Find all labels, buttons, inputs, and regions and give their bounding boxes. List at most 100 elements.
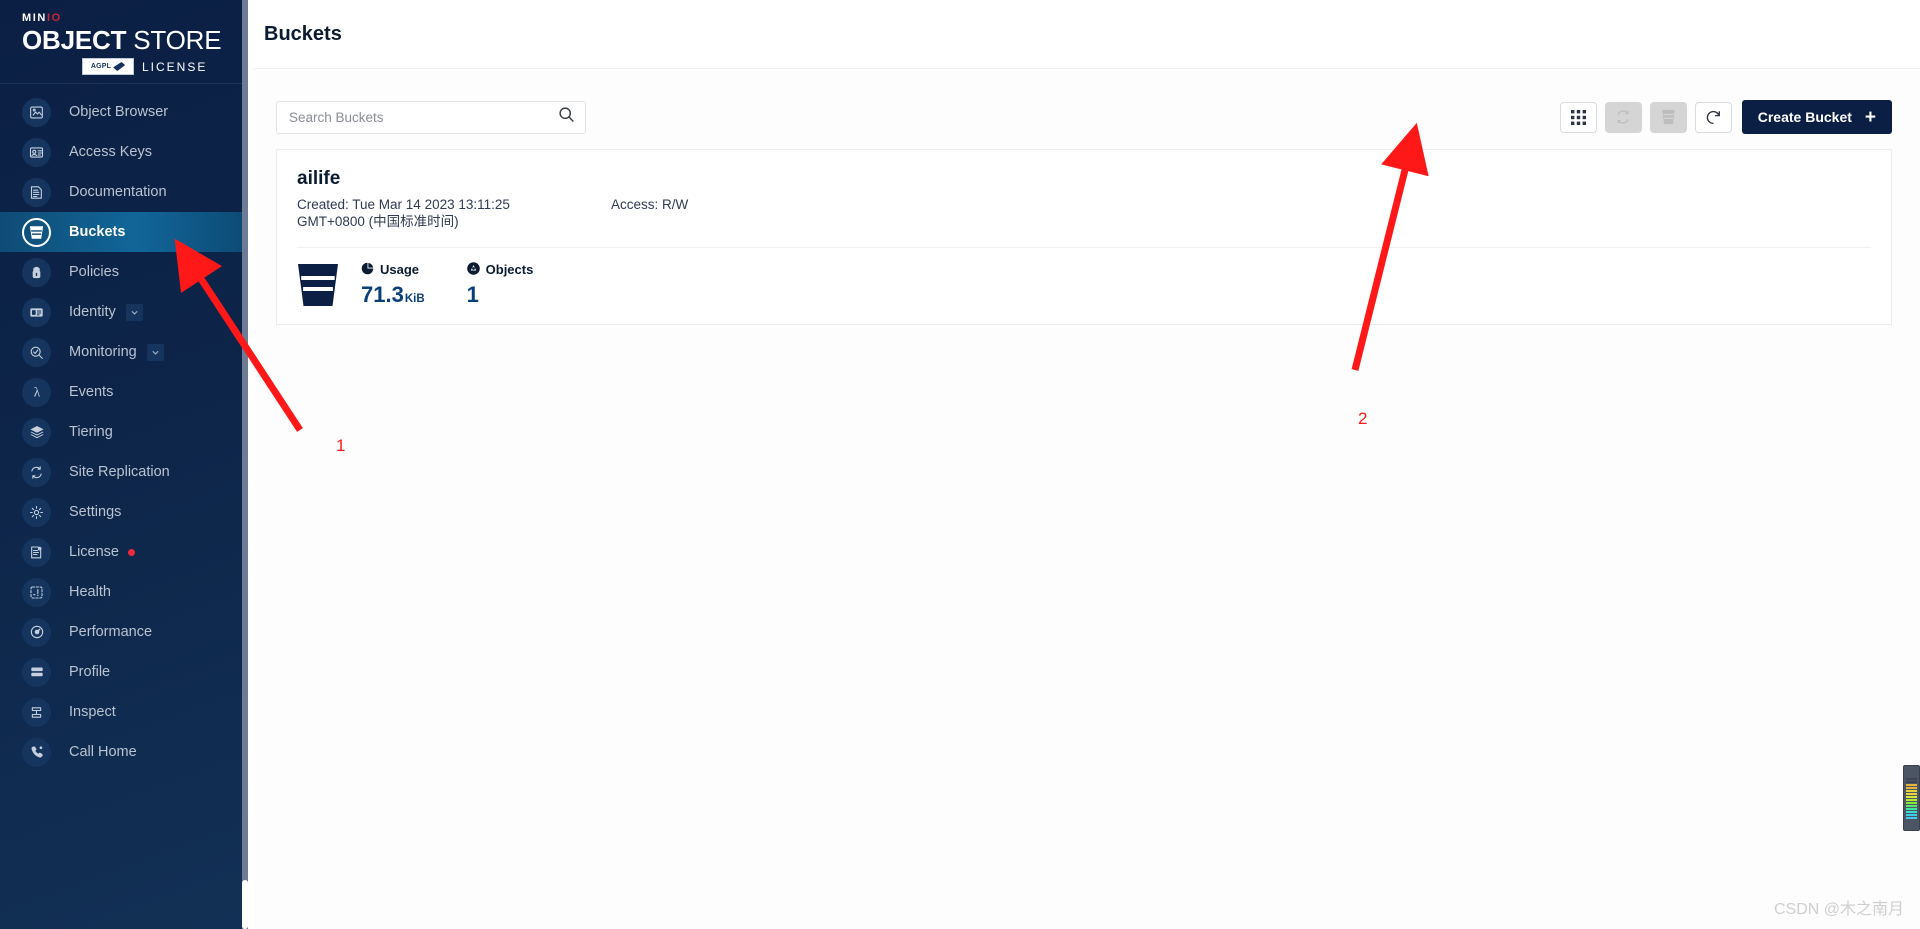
level-bar — [1906, 810, 1917, 813]
brand-license-label: LICENSE — [142, 59, 208, 74]
sidebar-item-inspect[interactable]: Inspect — [0, 692, 248, 732]
grid-view-button[interactable] — [1559, 101, 1597, 133]
sidebar-item-label: Tiering — [69, 424, 113, 440]
brand-minio-text: MINIO — [22, 12, 62, 24]
usage-unit: KiB — [404, 292, 425, 305]
sidebar-item-performance[interactable]: Performance — [0, 612, 248, 652]
access-keys-icon — [22, 137, 51, 167]
sidebar-item-license[interactable]: License — [0, 532, 248, 572]
plus-icon: + — [1864, 106, 1876, 128]
svg-text:λ: λ — [33, 384, 40, 399]
level-bar — [1906, 777, 1917, 780]
sidebar-item-settings[interactable]: Settings — [0, 492, 248, 532]
bucket-name: ailife — [297, 168, 341, 189]
delete-bucket-button[interactable] — [1649, 101, 1687, 133]
object-browser-icon — [22, 97, 51, 127]
bucket-icon — [22, 217, 51, 247]
sidebar-item-call-home[interactable]: Call Home — [0, 732, 248, 772]
objects-stat: Objects 1 — [466, 261, 534, 308]
agpl-badge-icon: AGPL — [82, 58, 134, 75]
sidebar-item-site-replication[interactable]: Site Replication — [0, 452, 248, 492]
sidebar-item-label: Site Replication — [69, 464, 170, 480]
sidebar-item-tiering[interactable]: Tiering — [0, 412, 248, 452]
level-bar — [1906, 780, 1917, 783]
tiering-icon — [22, 417, 51, 447]
sidebar-item-label: Health — [69, 584, 111, 600]
site-replication-icon — [22, 457, 51, 487]
annotation-number-1: 1 — [336, 436, 346, 455]
bucket-stats-row: Usage 71.3 KiB Objects 1 — [297, 248, 1871, 308]
level-bar — [1906, 789, 1917, 792]
watermark: CSDN @木之南月 — [1773, 901, 1904, 918]
usage-label: Usage — [380, 262, 420, 278]
sidebar-item-monitoring[interactable]: Monitoring — [0, 332, 248, 372]
level-bar — [1906, 804, 1917, 807]
sidebar-item-label: Call Home — [69, 744, 137, 760]
search-bucket-container[interactable] — [276, 100, 586, 134]
sidebar-item-label: Access Keys — [69, 144, 152, 160]
objects-value-wrap: 1 — [467, 282, 534, 308]
profile-icon — [22, 657, 51, 687]
page-title: Buckets — [264, 22, 342, 45]
sidebar-item-label: Object Browser — [69, 104, 169, 120]
chevron-down-icon[interactable] — [146, 343, 164, 361]
sidebar-item-label: License — [69, 544, 119, 560]
sidebar-item-label: Inspect — [69, 704, 116, 720]
chevron-down-icon[interactable] — [125, 303, 143, 321]
level-bar — [1906, 816, 1917, 819]
buckets-toolbar: Create Bucket + — [276, 91, 1892, 143]
level-bar — [1906, 792, 1917, 795]
sidebar-scrollbar-thumb[interactable] — [242, 880, 248, 929]
sidebar-item-events[interactable]: λ Events — [0, 372, 248, 412]
pie-chart-icon — [361, 262, 374, 278]
edge-level-meter-widget[interactable] — [1903, 765, 1920, 831]
usage-stat-header: Usage — [361, 262, 425, 278]
usage-value: 71.3 — [361, 281, 404, 307]
sidebar-item-label: Identity — [69, 304, 116, 320]
sidebar-item-object-browser[interactable]: Object Browser — [0, 92, 248, 132]
brand-logo[interactable]: MINIO OBJECT STORE AGPL LICENSE — [0, 0, 248, 84]
level-bar — [1906, 783, 1917, 786]
create-bucket-button[interactable]: Create Bucket + — [1741, 100, 1892, 134]
search-input[interactable] — [289, 109, 558, 125]
brand-object-store-text: OBJECT STORE — [22, 25, 222, 55]
create-bucket-label: Create Bucket — [1757, 109, 1852, 125]
sidebar-item-label: Monitoring — [69, 344, 137, 360]
level-bar — [1906, 795, 1917, 798]
status-badge — [127, 548, 135, 556]
bucket-access-policy: Access: R/W — [611, 197, 689, 212]
buckets-panel: Create Bucket + ailife Created: Tue Mar … — [254, 68, 1920, 929]
lambda-icon: λ — [22, 377, 51, 407]
performance-icon — [22, 617, 51, 647]
level-bar — [1906, 786, 1917, 789]
bucket-card[interactable]: ailife Created: Tue Mar 14 2023 13:11:25… — [276, 149, 1892, 325]
call-home-icon — [22, 737, 51, 767]
sidebar-nav: Object Browser Access Keys Documentation Bu… — [0, 84, 248, 772]
bucket-icon — [298, 263, 338, 306]
bucket-created-date: Created: Tue Mar 14 2023 13:11:25 GMT+08… — [297, 197, 510, 229]
refresh-button[interactable] — [1694, 101, 1732, 133]
objects-stat-header: Objects — [466, 261, 534, 278]
level-bar — [1906, 813, 1917, 816]
sidebar-item-access-keys[interactable]: Access Keys — [0, 132, 248, 172]
sidebar-item-buckets[interactable]: Buckets — [0, 212, 248, 252]
sidebar-item-documentation[interactable]: Documentation — [0, 172, 248, 212]
annotation-number-2: 2 — [1358, 409, 1368, 428]
bucket-meta-row: Created: Tue Mar 14 2023 13:11:25 GMT+08… — [297, 197, 1871, 231]
page-header: Buckets — [254, 0, 1920, 68]
policies-icon — [22, 257, 51, 287]
sidebar-item-health[interactable]: Health — [0, 572, 248, 612]
level-bar — [1906, 807, 1917, 810]
sidebar-item-label: Events — [69, 384, 114, 400]
sidebar-item-label: Buckets — [69, 224, 126, 240]
sidebar-item-profile[interactable]: Profile — [0, 652, 248, 692]
usage-stat: Usage 71.3 KiB — [361, 262, 425, 308]
objects-label: Objects — [485, 262, 534, 278]
brand-license-row: AGPL LICENSE — [22, 58, 248, 75]
sidebar-item-identity[interactable]: Identity — [0, 292, 248, 332]
replication-button[interactable] — [1604, 101, 1642, 133]
sidebar-item-policies[interactable]: Policies — [0, 252, 248, 292]
health-icon — [22, 577, 51, 607]
search-icon[interactable] — [558, 106, 575, 128]
sidebar-scrollbar-track[interactable] — [242, 0, 248, 929]
